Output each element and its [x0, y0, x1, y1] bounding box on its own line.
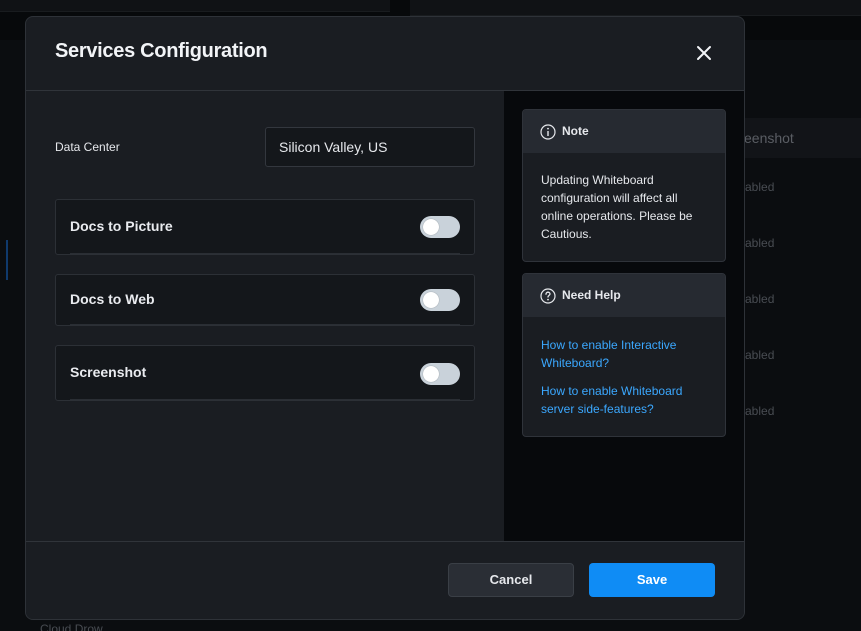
service-label: Screenshot — [70, 364, 147, 380]
note-card-header: Note — [523, 110, 725, 153]
modal-header: Services Configuration — [26, 17, 744, 91]
docs-to-picture-toggle[interactable] — [420, 216, 460, 238]
note-card: Note Updating Whiteboard configuration w… — [522, 109, 726, 262]
docs-to-web-toggle[interactable] — [420, 289, 460, 311]
service-label: Docs to Picture — [70, 218, 173, 234]
help-link-server-side-features[interactable]: How to enable Whiteboard server side-fea… — [541, 382, 707, 418]
data-center-label: Data Center — [55, 140, 120, 154]
close-icon — [697, 46, 711, 60]
toggle-knob — [423, 292, 439, 308]
service-row-screenshot: Screenshot — [55, 345, 475, 401]
settings-pane: Data Center Silicon Valley, US Docs to P… — [26, 91, 504, 541]
close-button[interactable] — [694, 43, 714, 63]
modal-title: Services Configuration — [55, 40, 268, 62]
row-divider — [70, 399, 460, 400]
help-card-header: Need Help — [523, 274, 725, 317]
data-center-field[interactable]: Silicon Valley, US — [265, 127, 475, 167]
toggle-knob — [423, 219, 439, 235]
service-label: Docs to Web — [70, 291, 155, 307]
help-card: Need Help How to enable Interactive Whit… — [522, 273, 726, 437]
help-link-interactive-whiteboard[interactable]: How to enable Interactive Whiteboard? — [541, 336, 707, 372]
row-divider — [70, 253, 460, 254]
note-title: Note — [562, 124, 589, 138]
cancel-button[interactable]: Cancel — [448, 563, 574, 597]
info-pane: Note Updating Whiteboard configuration w… — [504, 91, 744, 541]
info-icon — [540, 124, 556, 140]
screenshot-toggle[interactable] — [420, 363, 460, 385]
service-row-docs-to-picture: Docs to Picture — [55, 199, 475, 255]
service-row-docs-to-web: Docs to Web — [55, 274, 475, 326]
question-icon — [540, 288, 556, 304]
help-title: Need Help — [562, 288, 621, 302]
note-text: Updating Whiteboard configuration will a… — [541, 173, 693, 241]
services-configuration-modal: Services Configuration Data Center Silic… — [25, 16, 745, 620]
save-button[interactable]: Save — [589, 563, 715, 597]
modal-body: Data Center Silicon Valley, US Docs to P… — [26, 91, 744, 541]
row-divider — [70, 324, 460, 325]
modal-footer: Cancel Save — [26, 541, 744, 619]
help-links: How to enable Interactive Whiteboard? Ho… — [523, 317, 725, 436]
toggle-knob — [423, 366, 439, 382]
